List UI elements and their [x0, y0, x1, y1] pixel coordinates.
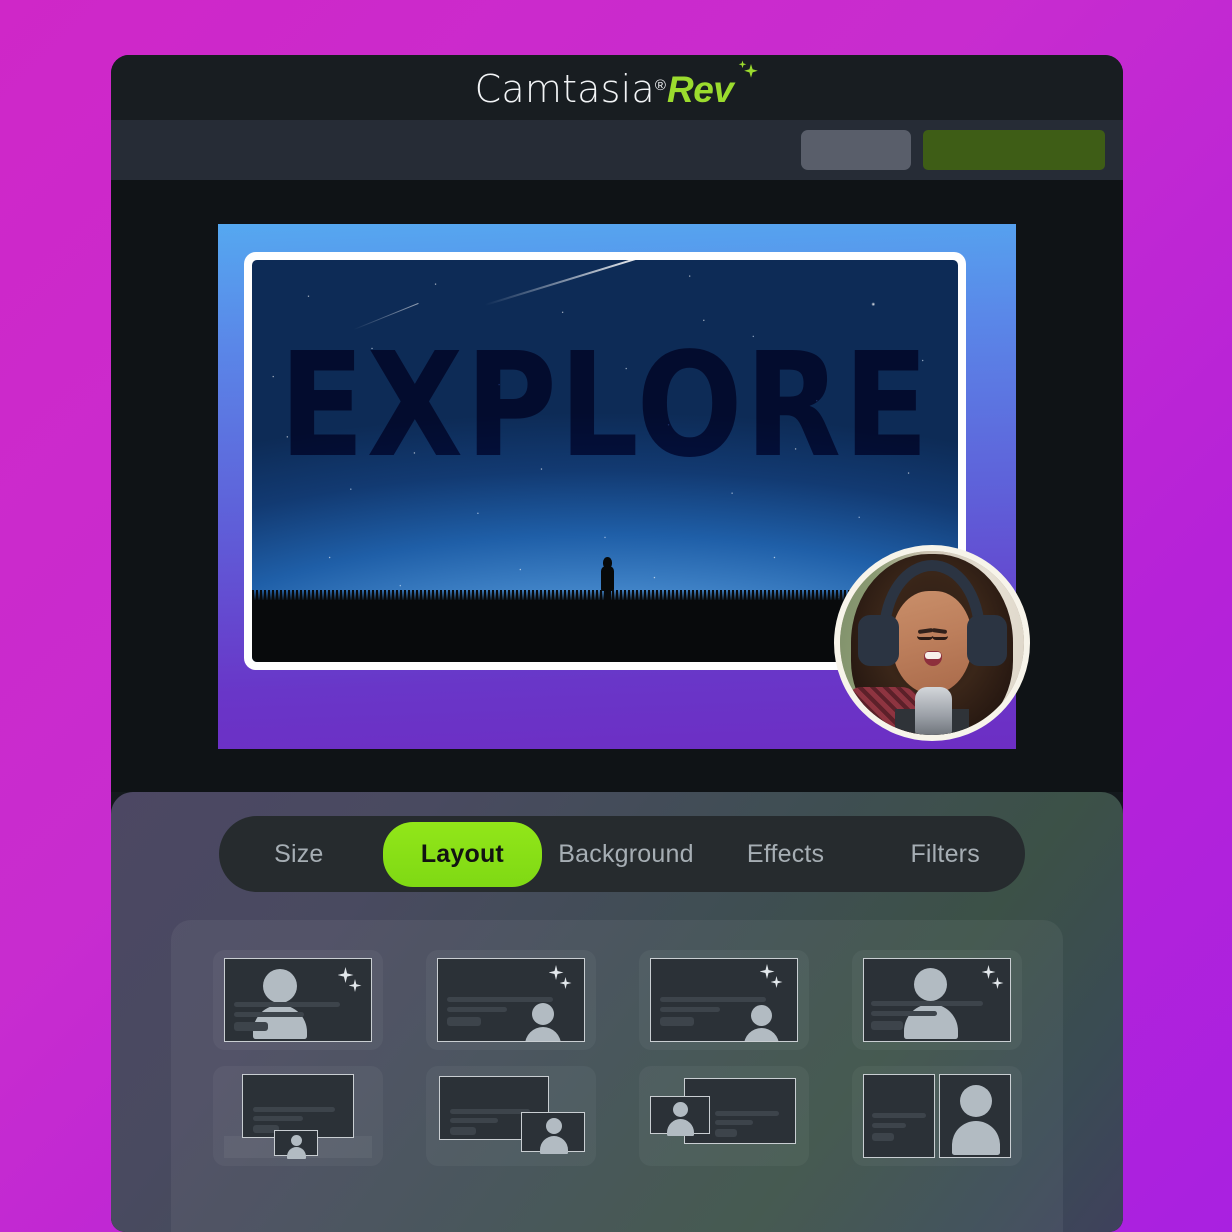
- layout-thumb-screen: [649, 1074, 798, 1158]
- app-logo-rev: Rev: [666, 69, 734, 110]
- tab-layout[interactable]: Layout: [382, 821, 543, 887]
- layout-grid-panel: [171, 920, 1063, 1232]
- layout-thumb-screen: [223, 958, 372, 1042]
- toolbar-primary-button[interactable]: [923, 130, 1105, 170]
- sparkle-icon: [733, 60, 759, 98]
- layout-split-screen-person[interactable]: [851, 1066, 1022, 1166]
- layout-thumb-screen: [649, 958, 798, 1042]
- layout-person-right-corner[interactable]: [638, 950, 809, 1050]
- stage-area: EXPLORE: [111, 180, 1123, 792]
- microphone-icon: [915, 686, 953, 735]
- app-logo-registered-mark: ®: [654, 77, 666, 94]
- layout-thumb-screen: [862, 1074, 1011, 1158]
- toolbar-secondary-button[interactable]: [801, 130, 911, 170]
- layout-thumb-screen: [437, 1074, 585, 1158]
- layout-grid-row: [191, 1066, 1043, 1166]
- layout-screen-with-right-pip[interactable]: [425, 1066, 596, 1166]
- tab-background[interactable]: Background: [546, 824, 706, 885]
- webcam-bubble[interactable]: [834, 544, 1030, 741]
- video-title-text: EXPLORE: [279, 320, 931, 490]
- tab-bar: Size Layout Background Effects Filters: [219, 816, 1025, 892]
- layout-thumb-screen: [223, 1074, 372, 1159]
- headphone-cup-left: [858, 614, 899, 667]
- video-canvas[interactable]: EXPLORE: [218, 223, 1030, 749]
- headphone-cup-right: [966, 614, 1008, 667]
- layout-person-center-large[interactable]: [851, 950, 1022, 1050]
- app-logo-camtasia: Camtasia: [474, 67, 655, 111]
- layout-person-right-small[interactable]: [425, 950, 596, 1050]
- layout-person-left-large[interactable]: [212, 950, 383, 1050]
- tab-size[interactable]: Size: [219, 824, 379, 885]
- layout-screen-with-bottom-pip[interactable]: [212, 1066, 383, 1166]
- properties-panel: Size Layout Background Effects Filters: [111, 792, 1123, 1232]
- tab-effects[interactable]: Effects: [706, 824, 866, 885]
- layout-thumb-screen: [436, 958, 585, 1042]
- app-logo: Camtasia ® Rev: [474, 60, 760, 111]
- layout-screen-with-left-pip[interactable]: [638, 1066, 809, 1166]
- title-bar: Camtasia ® Rev: [111, 55, 1123, 120]
- app-window: Camtasia ® Rev EXPLORE Size Layout Backg…: [111, 55, 1123, 1232]
- tab-filters[interactable]: Filters: [865, 824, 1025, 885]
- layout-thumb-screen: [862, 958, 1011, 1042]
- toolbar: [111, 120, 1123, 180]
- layout-grid-row: [191, 950, 1043, 1050]
